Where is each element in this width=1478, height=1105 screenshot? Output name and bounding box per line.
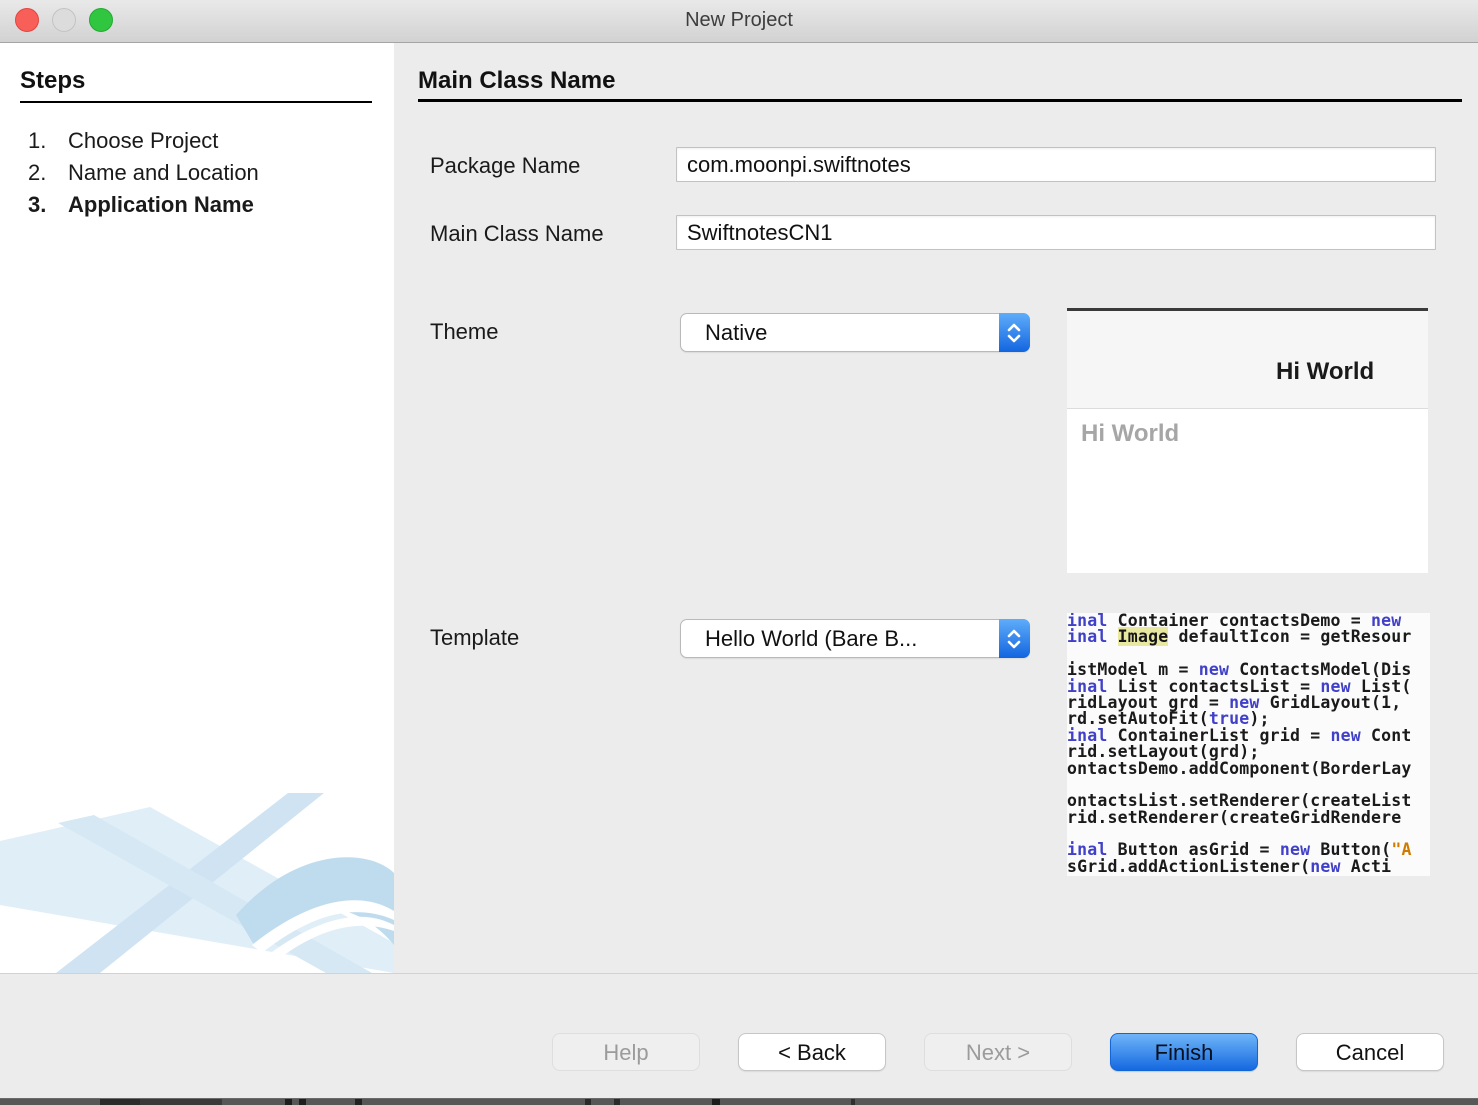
steps-list: 1.Choose Project2.Name and Location3.App… [0,125,394,221]
steps-heading: Steps [20,67,85,95]
window-title: New Project [0,9,1478,32]
step-item-3: 3.Application Name [0,189,394,221]
package-name-label: Package Name [430,153,580,179]
chevron-up-down-icon [999,619,1030,658]
template-select[interactable]: Hello World (Bare B... [680,619,1030,658]
dialog-body: Steps 1.Choose Project2.Name and Locatio… [0,43,1478,973]
screen: { "window": { "title": "New Project" }, … [0,0,1478,1104]
titlebar: New Project [0,0,1478,43]
template-select-value: Hello World (Bare B... [705,626,917,652]
template-label: Template [430,625,519,651]
main-class-name-label: Main Class Name [430,221,604,247]
theme-select-value: Native [705,320,767,346]
cancel-button[interactable]: Cancel [1296,1033,1444,1071]
step-number: 2. [0,160,68,186]
theme-preview-body-text: Hi World [1081,420,1179,448]
step-number: 1. [0,128,68,154]
steps-heading-underline [20,101,372,103]
button-bar: Help < Back Next > Finish Cancel [0,973,1478,1098]
steps-panel: Steps 1.Choose Project2.Name and Locatio… [0,43,394,973]
step-label: Name and Location [68,160,394,186]
page-title: Main Class Name [418,67,615,95]
main-class-name-input[interactable] [676,215,1436,250]
code-line: ontactsDemo.addComponent(BorderLay [1067,761,1430,777]
template-code-preview: inal Container contactsDemo = newinal Im… [1067,613,1430,876]
theme-preview-title-text: Hi World [1276,358,1374,386]
code-line: rid.setRenderer(createGridRendere [1067,810,1430,826]
theme-select[interactable]: Native [680,313,1030,352]
step-number: 3. [0,192,68,218]
theme-preview: Hi World Hi World [1067,308,1428,573]
step-item-2: 2.Name and Location [0,157,394,189]
back-button[interactable]: < Back [738,1033,886,1071]
finish-button[interactable]: Finish [1110,1033,1258,1071]
help-button[interactable]: Help [552,1033,700,1071]
theme-label: Theme [430,319,498,345]
code-line: sGrid.addActionListener(new Acti [1067,859,1430,875]
package-name-input[interactable] [676,147,1436,182]
step-label: Choose Project [68,128,394,154]
step-item-1: 1.Choose Project [0,125,394,157]
main-panel: Main Class Name Package Name Main Class … [394,43,1478,973]
code-line: inal Image defaultIcon = getResour [1067,629,1430,645]
watermark-graphic [0,793,394,973]
chevron-up-down-icon [999,313,1030,352]
step-label: Application Name [68,192,394,218]
next-button[interactable]: Next > [924,1033,1072,1071]
page-title-underline [418,99,1462,102]
